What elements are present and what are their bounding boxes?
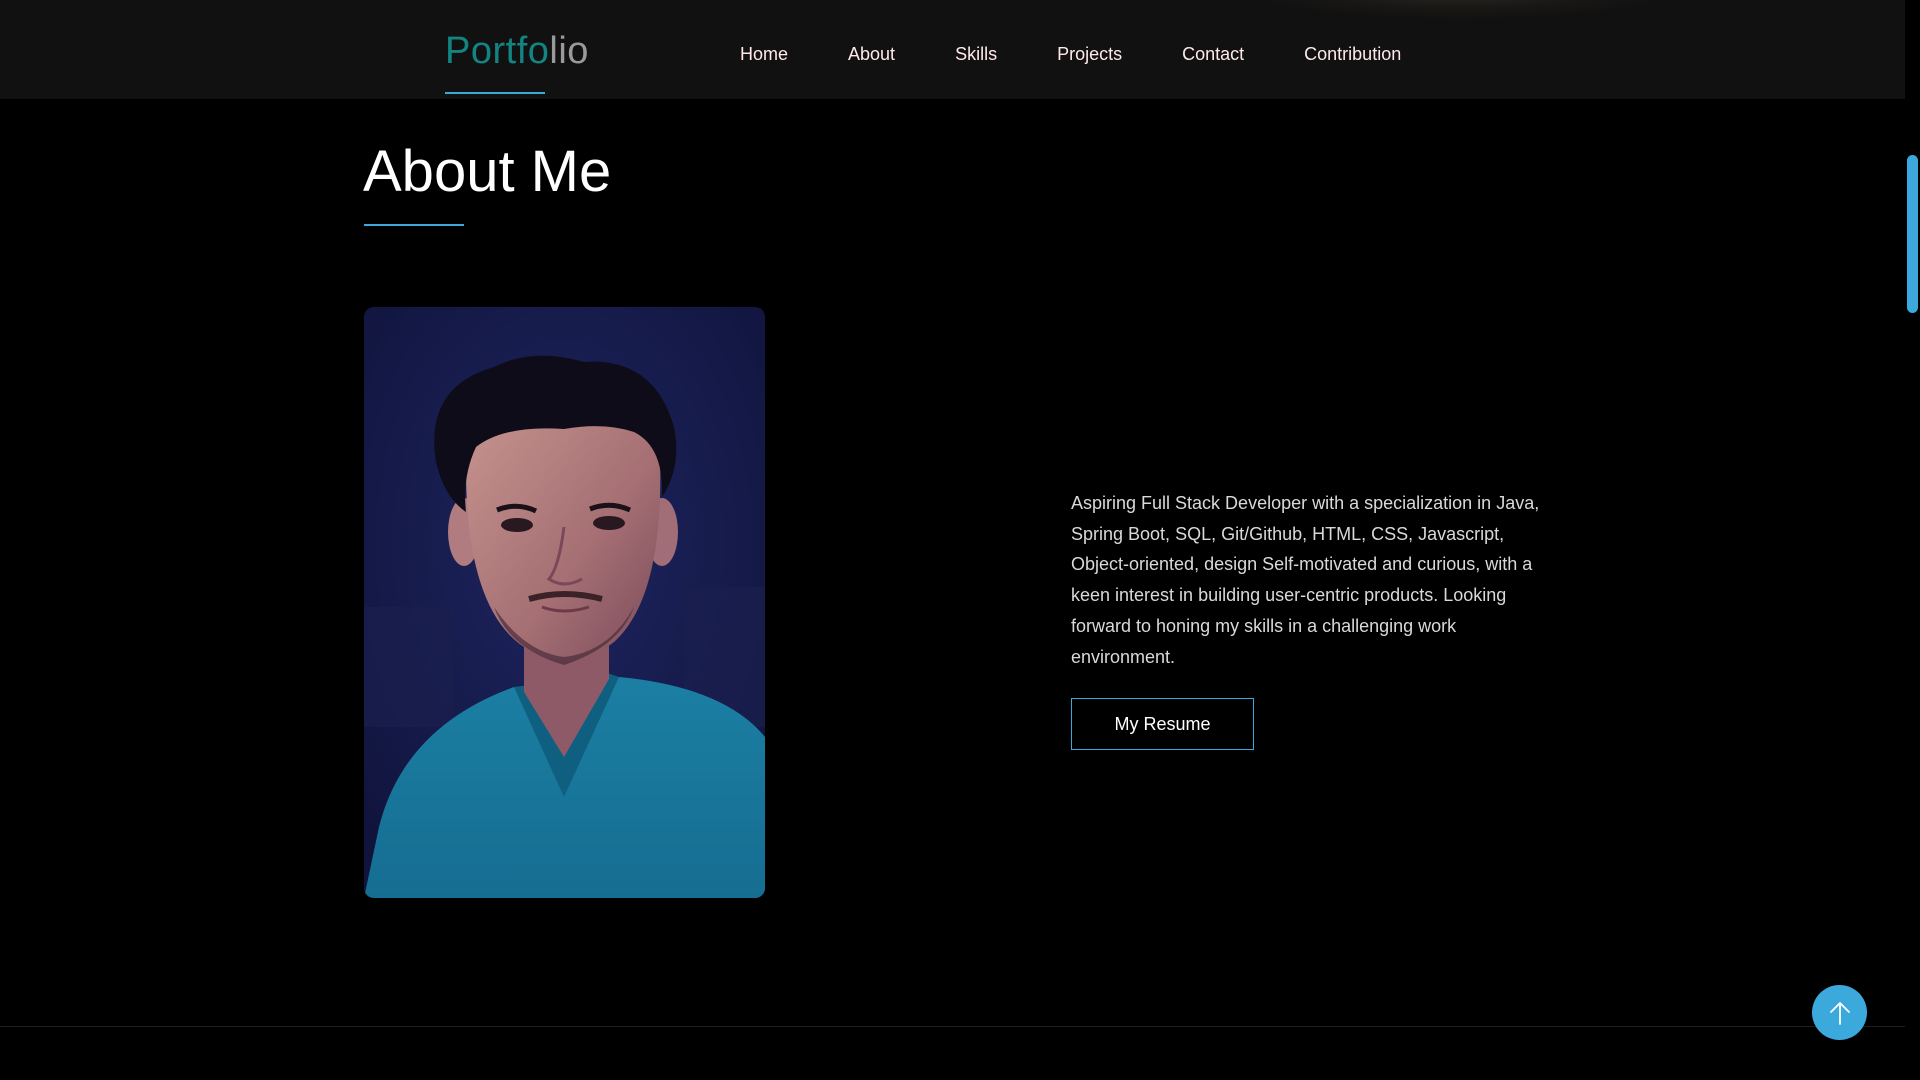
arrow-up-icon (1829, 1001, 1850, 1025)
nav-link-about[interactable]: About (848, 42, 895, 66)
nav-link-projects[interactable]: Projects (1057, 42, 1122, 66)
about-bio-text: Aspiring Full Stack Developer with a spe… (1071, 493, 1540, 667)
about-section-title: About Me (363, 139, 612, 204)
profile-photo-illustration (364, 307, 765, 898)
nav-link-contribution[interactable]: Contribution (1304, 42, 1401, 66)
title-underline (364, 224, 464, 226)
logo[interactable]: Portfolio (445, 28, 589, 74)
footer-divider (0, 1026, 1905, 1027)
scrollbar-thumb[interactable] (1907, 155, 1918, 313)
logo-text-primary: Portfo (445, 30, 550, 72)
nav-link-skills[interactable]: Skills (955, 42, 997, 66)
nav-menu: Home About Skills Projects Contact Contr… (740, 42, 1401, 66)
navbar-decorative-glow (1250, 0, 1670, 18)
my-resume-button[interactable]: My Resume (1071, 698, 1254, 750)
logo-text-secondary: lio (549, 30, 589, 72)
profile-photo (364, 307, 765, 898)
nav-link-contact[interactable]: Contact (1182, 42, 1244, 66)
back-to-top-button[interactable] (1812, 985, 1867, 1040)
logo-underline (445, 92, 545, 94)
nav-link-home[interactable]: Home (740, 42, 788, 66)
navbar: Portfolio Home About Skills Projects Con… (0, 0, 1905, 99)
